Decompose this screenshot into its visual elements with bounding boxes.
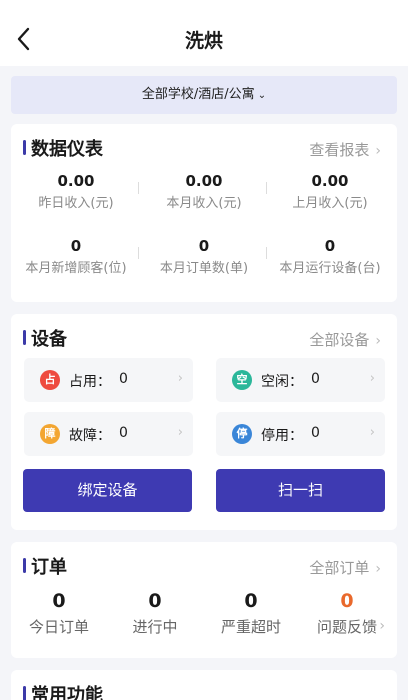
fault-badge-icon: 障 (40, 424, 60, 444)
functions-card: 常用功能 (11, 670, 397, 700)
section-accent-bar (23, 686, 26, 700)
stat-value: 0 (198, 237, 210, 255)
scan-button[interactable]: 扫一扫 (216, 469, 385, 512)
dashboard-card: 数据仪表 查看报表 › 0.00 昨日收入(元) 0.00 本月收入(元) 0.0… (11, 124, 397, 302)
device-tile-label: 停用： (261, 428, 303, 444)
stat-value: 0 (324, 237, 336, 255)
stat-value: 0.00 (185, 172, 223, 190)
order-overtime[interactable]: 0 严重超时 (203, 590, 299, 637)
all-devices-label: 全部设备 (309, 331, 370, 349)
order-label: 进行中 (132, 618, 178, 636)
divider (138, 182, 139, 194)
chevron-right-icon: › (369, 425, 375, 440)
orders-card: 订单 全部订单 › 0 今日订单 0 进行中 0 严重超时 0 问题反馈 › (11, 542, 397, 658)
orders-header: 订单 全部订单 › (11, 542, 397, 588)
device-occupied-tile[interactable]: 占 占用： 0 › (24, 358, 193, 402)
stat-running-devices: 0 本月运行设备(台) (266, 237, 394, 276)
section-accent-bar (23, 330, 26, 345)
device-tile-label: 占用： (69, 374, 111, 390)
all-devices-link[interactable]: 全部设备 › (309, 329, 381, 350)
order-label: 今日订单 (28, 618, 89, 636)
chevron-right-icon: › (375, 333, 381, 349)
stat-label: 上月收入(元) (292, 196, 368, 211)
stat-month-income: 0.00 本月收入(元) (140, 172, 268, 211)
device-disabled-tile[interactable]: 停 停用： 0 › (216, 412, 385, 456)
chevron-right-icon: › (375, 561, 381, 577)
device-tile-count: 0 (311, 425, 320, 441)
stat-value: 0 (70, 237, 82, 255)
order-today[interactable]: 0 今日订单 (11, 590, 107, 637)
location-filter-label: 全部学校/酒店/公寓 (141, 87, 255, 102)
location-filter-dropdown[interactable]: 全部学校/酒店/公寓 ⌄ (11, 76, 397, 114)
order-label: 严重超时 (220, 618, 281, 636)
stat-value: 0.00 (57, 172, 95, 190)
divider (138, 247, 139, 259)
view-report-link[interactable]: 查看报表 › (309, 139, 381, 160)
chevron-right-icon: › (375, 143, 381, 159)
stat-month-orders: 0 本月订单数(单) (140, 237, 268, 276)
stat-label: 昨日收入(元) (38, 196, 114, 211)
stat-new-customers: 0 本月新增顾客(位) (12, 237, 140, 276)
occupied-badge-icon: 占 (40, 370, 60, 390)
idle-badge-icon: 空 (232, 370, 252, 390)
chevron-right-icon[interactable]: › (379, 618, 385, 634)
chevron-right-icon: › (177, 371, 183, 386)
devices-title: 设备 (31, 329, 67, 350)
chevron-right-icon: › (177, 425, 183, 440)
device-tile-count: 0 (119, 425, 128, 441)
stat-last-month-income: 0.00 上月收入(元) (266, 172, 394, 211)
stat-label: 本月运行设备(台) (279, 261, 381, 276)
order-count: 0 (340, 590, 354, 612)
stat-yesterday-income: 0.00 昨日收入(元) (12, 172, 140, 211)
all-orders-link[interactable]: 全部订单 › (309, 557, 381, 578)
device-tile-count: 0 (311, 371, 320, 387)
chevron-down-icon: ⌄ (257, 90, 267, 101)
devices-card: 设备 全部设备 › 占 占用： 0 › 空 空闲： 0 › 障 故障： 0 › 停… (11, 314, 397, 530)
device-idle-tile[interactable]: 空 空闲： 0 › (216, 358, 385, 402)
chevron-right-icon: › (369, 371, 375, 386)
stat-label: 本月新增顾客(位) (25, 261, 127, 276)
all-orders-label: 全部订单 (309, 559, 370, 577)
device-tile-count: 0 (119, 371, 128, 387)
functions-title: 常用功能 (31, 685, 103, 700)
dashboard-header: 数据仪表 查看报表 › (11, 124, 397, 170)
orders-title: 订单 (31, 557, 67, 578)
section-accent-bar (23, 140, 26, 155)
stat-label: 本月收入(元) (166, 196, 242, 211)
section-accent-bar (23, 558, 26, 573)
page-title: 洗烘 (184, 30, 223, 52)
device-tile-label: 空闲： (261, 374, 303, 390)
order-count: 0 (52, 590, 66, 612)
dashboard-title: 数据仪表 (31, 139, 103, 160)
functions-header: 常用功能 (11, 670, 397, 700)
order-count: 0 (148, 590, 162, 612)
view-report-label: 查看报表 (309, 141, 370, 159)
device-fault-tile[interactable]: 障 故障： 0 › (24, 412, 193, 456)
devices-header: 设备 全部设备 › (11, 314, 397, 360)
stat-label: 本月订单数(单) (159, 261, 249, 276)
order-in-progress[interactable]: 0 进行中 (107, 590, 203, 637)
device-tile-label: 故障： (69, 428, 111, 444)
stat-value: 0.00 (311, 172, 349, 190)
disabled-badge-icon: 停 (232, 424, 252, 444)
top-bar: 洗烘 (0, 0, 408, 66)
bind-device-button[interactable]: 绑定设备 (23, 469, 192, 512)
order-count: 0 (244, 590, 258, 612)
